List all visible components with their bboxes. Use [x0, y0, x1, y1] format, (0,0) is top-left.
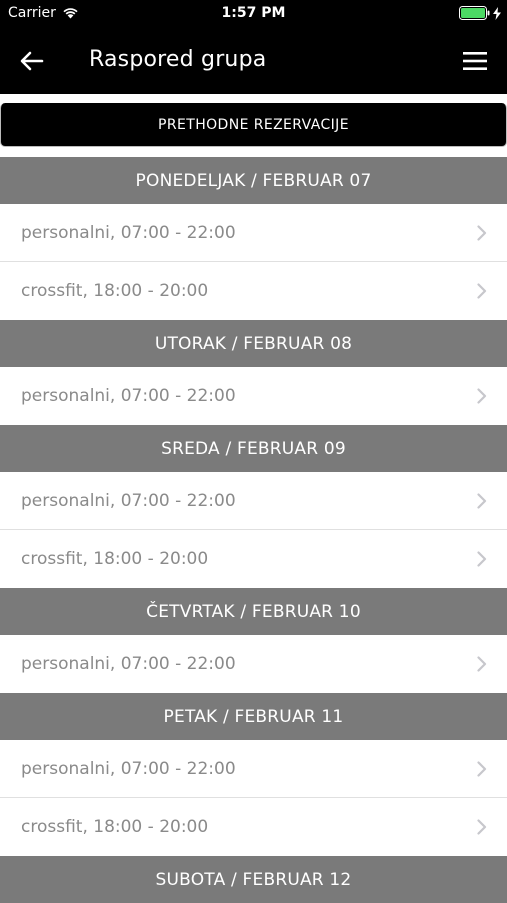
session-label: personalni, 07:00 - 22:00 — [21, 758, 236, 779]
day-header: ČETVRTAK / FEBRUAR 10 — [0, 588, 507, 635]
chevron-right-icon — [477, 225, 487, 241]
previous-reservations-button[interactable]: PRETHODNE REZERVACIJE — [0, 103, 507, 147]
status-bar: Carrier 1:57 PM — [0, 0, 507, 28]
day-header: PETAK / FEBRUAR 11 — [0, 693, 507, 740]
day-header: SUBOTA / FEBRUAR 12 — [0, 856, 507, 903]
session-row[interactable]: personalni, 07:00 - 22:00 — [0, 472, 507, 530]
session-row[interactable]: personalni, 07:00 - 22:00 — [0, 204, 507, 262]
day-header: UTORAK / FEBRUAR 08 — [0, 320, 507, 367]
session-label: personalni, 07:00 - 22:00 — [21, 222, 236, 243]
day-header: SREDA / FEBRUAR 09 — [0, 425, 507, 472]
nav-bar: Raspored grupa — [0, 28, 507, 94]
session-row[interactable]: personalni, 07:00 - 22:00 — [0, 367, 507, 425]
chevron-right-icon — [477, 761, 487, 777]
back-button[interactable] — [14, 43, 50, 79]
session-label: crossfit, 18:00 - 20:00 — [21, 281, 209, 301]
chevron-right-icon — [477, 656, 487, 672]
session-label: personalni, 07:00 - 22:00 — [21, 490, 236, 511]
session-label: personalni, 07:00 - 22:00 — [21, 386, 236, 406]
session-row[interactable]: crossfit, 18:00 - 20:00 — [0, 530, 507, 588]
chevron-right-icon — [477, 819, 487, 835]
arrow-left-icon — [20, 51, 44, 71]
session-row[interactable]: crossfit, 18:00 - 20:00 — [0, 262, 507, 320]
status-time: 1:57 PM — [221, 5, 286, 21]
session-label: crossfit, 18:00 - 20:00 — [21, 549, 209, 569]
session-row[interactable]: personalni, 07:00 - 22:00 — [0, 635, 507, 693]
session-label: personalni, 07:00 - 22:00 — [21, 654, 236, 674]
hamburger-menu-icon — [463, 52, 487, 70]
chevron-right-icon — [477, 388, 487, 404]
session-row[interactable]: personalni, 07:00 - 22:00 — [0, 740, 507, 798]
menu-button[interactable] — [457, 43, 493, 79]
session-label: crossfit, 18:00 - 20:00 — [21, 817, 209, 837]
chevron-right-icon — [477, 551, 487, 567]
battery-icon — [459, 6, 490, 20]
charging-bolt-icon — [493, 6, 501, 20]
schedule-list: PONEDELJAK / FEBRUAR 07 personalni, 07:00… — [0, 157, 507, 903]
chevron-right-icon — [477, 283, 487, 299]
day-header: PONEDELJAK / FEBRUAR 07 — [0, 157, 507, 204]
battery-indicator — [459, 6, 501, 20]
session-row[interactable]: crossfit, 18:00 - 20:00 — [0, 798, 507, 856]
chevron-right-icon — [477, 493, 487, 509]
page-title: Raspored grupa — [89, 47, 267, 72]
